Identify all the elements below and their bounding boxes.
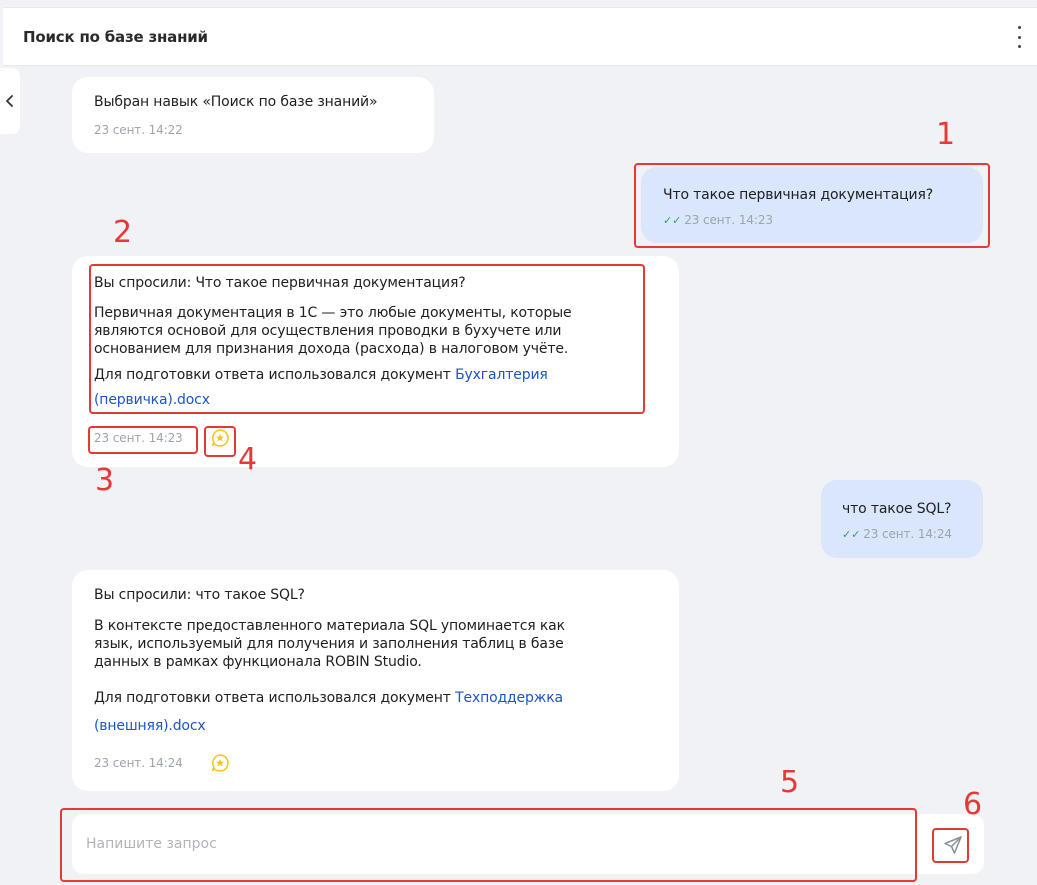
rate-star-icon[interactable]: [210, 753, 230, 773]
answer-line: Первичная документация в 1С — это любые …: [94, 305, 572, 321]
user-message: Что такое первичная документация? ✓✓ 23 с…: [641, 167, 983, 243]
source-document-link[interactable]: Техподдержка: [455, 690, 563, 706]
message-time: 23 сент. 14:24: [863, 527, 952, 541]
annotation-number: 5: [780, 765, 800, 800]
source-line: Для подготовки ответа использовался доку…: [94, 366, 548, 384]
annotation-number: 6: [963, 787, 983, 822]
source-document-link[interactable]: Бухгалтерия: [455, 367, 548, 383]
bot-answer-message: Вы спросили: Что такое первичная докумен…: [72, 256, 679, 467]
user-message: что такое SQL? ✓✓ 23 сент. 14:24: [821, 480, 983, 558]
query-input[interactable]: [86, 832, 906, 856]
answer-line: являются основой для осуществления прово…: [94, 323, 562, 339]
source-document-link[interactable]: (внешняя).docx: [94, 717, 206, 735]
message-text: Что такое первичная документация?: [663, 187, 934, 203]
answer-line: основанием для признания дохода (расхода…: [94, 341, 569, 357]
message-status: ✓✓ 23 сент. 14:24: [842, 527, 952, 541]
source-line: Для подготовки ответа использовался доку…: [94, 689, 563, 707]
chat-window: Поиск по базе знаний Выбран навык «Поиск…: [0, 0, 1037, 885]
chat-header: Поиск по базе знаний: [3, 7, 1037, 66]
source-prefix: Для подготовки ответа использовался доку…: [94, 690, 451, 706]
source-prefix: Для подготовки ответа использовался доку…: [94, 367, 451, 383]
message-text: что такое SQL?: [842, 501, 952, 517]
annotation-number: 4: [238, 442, 258, 477]
rate-star-icon[interactable]: [210, 428, 230, 448]
answer-line: данных в рамках функционала ROBIN Studio…: [94, 654, 422, 670]
collapse-sidebar-button[interactable]: [0, 68, 20, 134]
source-document-link[interactable]: (первичка).docx: [94, 391, 210, 409]
message-time: 23 сент. 14:24: [94, 756, 183, 770]
bot-answer-message: Вы спросили: что такое SQL? В контексте …: [72, 570, 679, 791]
bot-message: Выбран навык «Поиск по базе знаний» 23 с…: [72, 77, 434, 153]
message-text: Выбран навык «Поиск по базе знаний»: [94, 94, 378, 110]
answer-line: В контексте предоставленного материала S…: [94, 618, 565, 634]
annotation-number: 1: [936, 117, 956, 152]
page-title: Поиск по базе знаний: [23, 28, 208, 46]
annotation-number: 2: [113, 215, 133, 250]
message-time: 23 сент. 14:23: [94, 431, 183, 445]
more-options-icon[interactable]: [1015, 26, 1023, 48]
chevron-left-icon: [6, 95, 13, 107]
send-button[interactable]: [938, 830, 968, 860]
annotation-number: 3: [95, 463, 115, 498]
message-time: 23 сент. 14:23: [684, 213, 773, 227]
question-echo: Вы спросили: что такое SQL?: [94, 587, 305, 603]
send-icon: [944, 836, 962, 854]
message-time: 23 сент. 14:22: [94, 123, 183, 137]
read-check-icon: ✓✓: [842, 528, 861, 541]
answer-line: язык, используемый для получения и запол…: [94, 636, 564, 652]
read-check-icon: ✓✓: [663, 214, 682, 227]
message-composer: [72, 814, 984, 874]
message-status: ✓✓ 23 сент. 14:23: [663, 213, 773, 227]
question-echo: Вы спросили: Что такое первичная докумен…: [94, 275, 466, 291]
